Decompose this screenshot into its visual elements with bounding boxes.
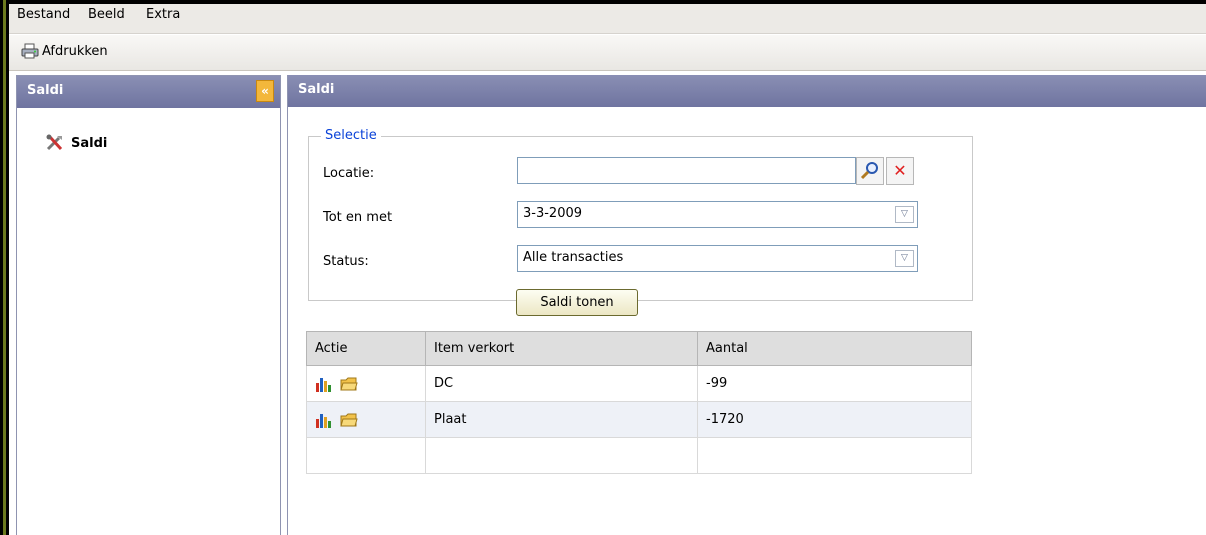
show-balances-button[interactable]: Saldi tonen bbox=[516, 289, 638, 316]
folder-icon[interactable] bbox=[340, 411, 358, 429]
print-label: Afdrukken bbox=[42, 43, 108, 59]
location-input[interactable] bbox=[517, 157, 856, 184]
clear-location-button[interactable]: ✕ bbox=[886, 157, 914, 185]
close-icon: ✕ bbox=[893, 161, 907, 180]
main-panel-title: Saldi bbox=[298, 82, 335, 97]
location-label: Locatie: bbox=[323, 166, 375, 181]
item-cell: Plaat bbox=[425, 401, 698, 438]
table-row[interactable]: Plaat -1720 bbox=[306, 401, 972, 438]
amount-cell: -1720 bbox=[697, 401, 972, 438]
main-panel: Saldi Selectie Locatie: ✕ Tot en met 3-3… bbox=[287, 75, 1206, 535]
menu-bar: Bestand Beeld Extra bbox=[9, 4, 1206, 34]
balances-table: Actie Item verkort Aantal DC -99 Plaat -… bbox=[306, 331, 972, 474]
selection-legend: Selectie bbox=[321, 128, 381, 143]
left-panel: Saldi « Saldi bbox=[16, 75, 281, 535]
collapse-panel-button[interactable]: « bbox=[256, 80, 274, 102]
selection-fieldset: Selectie Locatie: ✕ Tot en met 3-3-2009 … bbox=[308, 128, 973, 301]
window-frame-left bbox=[0, 0, 9, 535]
table-row-empty bbox=[306, 437, 972, 474]
status-value: Alle transacties bbox=[523, 250, 624, 265]
status-label: Status: bbox=[323, 254, 369, 269]
until-date-select[interactable]: 3-3-2009 ▽ bbox=[517, 201, 918, 228]
empty-cell bbox=[306, 437, 426, 474]
search-icon bbox=[860, 162, 878, 180]
item-cell: DC bbox=[425, 365, 698, 402]
action-cell bbox=[306, 365, 426, 402]
printer-icon bbox=[21, 43, 39, 59]
menu-beeld[interactable]: Beeld bbox=[88, 7, 125, 22]
chevron-down-icon[interactable]: ▽ bbox=[895, 206, 914, 223]
chart-icon[interactable] bbox=[315, 411, 333, 429]
until-label: Tot en met bbox=[323, 210, 393, 225]
nav-item-saldi[interactable]: Saldi bbox=[45, 134, 107, 152]
toolbar: Afdrukken bbox=[9, 35, 1206, 71]
search-location-button[interactable] bbox=[856, 157, 884, 185]
main-panel-header: Saldi bbox=[288, 75, 1206, 107]
nav-item-label: Saldi bbox=[71, 135, 108, 151]
empty-cell bbox=[425, 437, 698, 474]
column-header-item[interactable]: Item verkort bbox=[425, 331, 698, 366]
left-panel-header: Saldi « bbox=[17, 76, 280, 108]
amount-cell: -99 bbox=[697, 365, 972, 402]
column-header-aantal[interactable]: Aantal bbox=[697, 331, 972, 366]
menu-bestand[interactable]: Bestand bbox=[17, 7, 70, 22]
tools-icon bbox=[46, 134, 63, 151]
column-header-actie[interactable]: Actie bbox=[306, 331, 426, 366]
folder-icon[interactable] bbox=[340, 375, 358, 393]
status-select[interactable]: Alle transacties ▽ bbox=[517, 245, 918, 272]
print-button[interactable]: Afdrukken bbox=[21, 43, 108, 59]
until-date-value: 3-3-2009 bbox=[523, 206, 583, 221]
left-panel-title: Saldi bbox=[27, 83, 64, 98]
chevron-down-icon[interactable]: ▽ bbox=[895, 250, 914, 267]
action-cell bbox=[306, 401, 426, 438]
table-row[interactable]: DC -99 bbox=[306, 365, 972, 402]
empty-cell bbox=[697, 437, 972, 474]
menu-extra[interactable]: Extra bbox=[146, 7, 180, 22]
chart-icon[interactable] bbox=[315, 375, 333, 393]
